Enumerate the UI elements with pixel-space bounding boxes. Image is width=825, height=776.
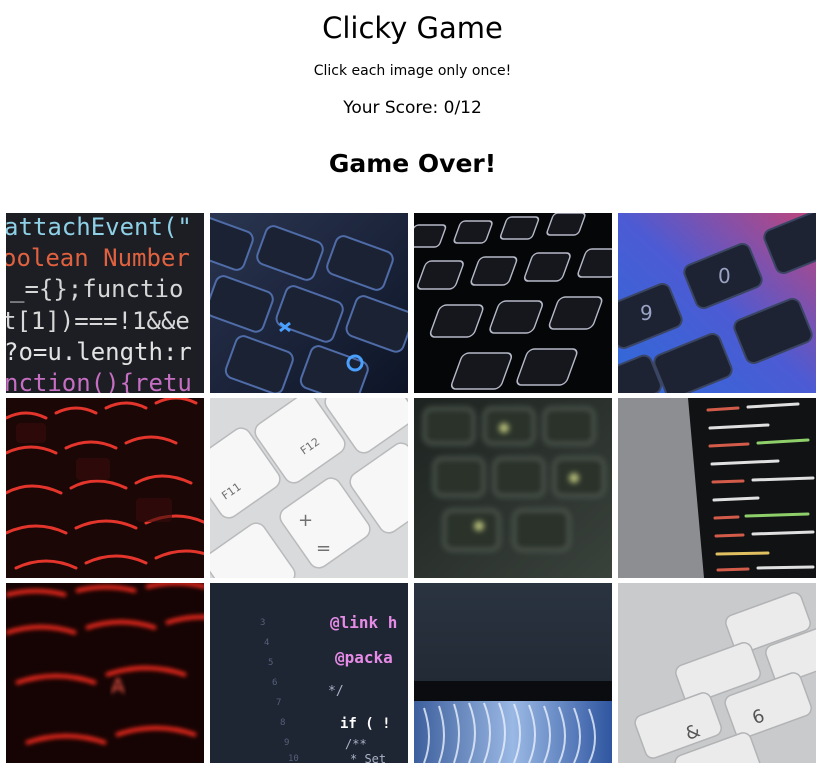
red-keyboard-image [6,398,204,578]
code-line-5: /** [345,737,367,751]
image-grid: attachEvent(" oolean Number _={};functio… [6,213,816,763]
game-status-message: Game Over! [328,149,497,178]
svg-text:5: 5 [268,658,273,668]
svg-text:10: 10 [288,754,299,763]
svg-text:3: 3 [260,618,265,628]
code-on-laptop-image [618,398,816,578]
code-editor-image-tile[interactable]: 3 4 5 6 7 8 9 10 @link h @packa */ if ( ! /**… [210,583,408,763]
code-on-laptop-image-tile[interactable] [618,398,816,578]
silver-keyboard-image-tile[interactable]: & 6 [618,583,816,763]
red-keyboard-image-tile[interactable] [6,398,204,578]
code-line-1: @link h [330,613,397,632]
blurred-keyboard-image-tile[interactable] [414,398,612,578]
svg-text:8: 8 [280,718,285,728]
code-editor-image: 3 4 5 6 7 8 9 10 @link h @packa */ if ( ! /**… [210,583,408,763]
monitor-wallpaper-image-tile[interactable] [414,583,612,763]
svg-text:9: 9 [284,738,289,748]
key-a-label: A [111,674,125,698]
svg-text:6: 6 [272,678,277,688]
code-line-2: oolean Number [6,244,190,272]
svg-text:4: 4 [264,638,269,648]
blurred-keyboard-image [414,398,612,578]
white-keyboard-image-tile[interactable]: F11 F12 + = [210,398,408,578]
score-display: Your Score: 0/12 [343,98,482,118]
code-line-6: nction(){retu [6,369,192,393]
code-line-1: attachEvent(" [6,213,192,241]
code-closeup-image-tile[interactable]: attachEvent(" oolean Number _={};functio… [6,213,204,393]
monitor-wallpaper-image [414,583,612,763]
red-glow-keyboard-image-tile[interactable]: A [6,583,204,763]
code-closeup-image: attachEvent(" oolean Number _={};functio… [6,213,204,393]
code-line-3: */ [328,684,344,699]
dark-backlit-keyboard-image-tile[interactable] [414,213,612,393]
blue-keyboard-image [210,213,408,393]
code-line-4: t[1])===!1&&e [6,307,190,335]
purple-keyboard-image: 9 0 [618,213,816,393]
page-title: Clicky Game [322,11,503,45]
red-glow-keyboard-image: A [6,583,204,763]
key-plus-label: + [298,510,313,531]
code-line-6: * Set [350,752,386,763]
code-line-2: @packa [335,648,393,667]
code-line-5: ?o=u.length:r [6,338,192,366]
svg-text:7: 7 [276,698,281,708]
key-equals-label: = [316,538,331,559]
key-0-label: 0 [718,264,731,288]
instructions-text: Click each image only once! [313,63,512,79]
code-line-3: _={};functio [10,275,183,303]
key-9-label: 9 [640,301,653,325]
white-keyboard-image: F11 F12 + = [210,398,408,578]
silver-keyboard-image: & 6 [618,583,816,763]
dark-backlit-keyboard-image [414,213,612,393]
blue-keyboard-image-tile[interactable] [210,213,408,393]
purple-keyboard-image-tile[interactable]: 9 0 [618,213,816,393]
code-line-4: if ( ! [340,716,391,732]
